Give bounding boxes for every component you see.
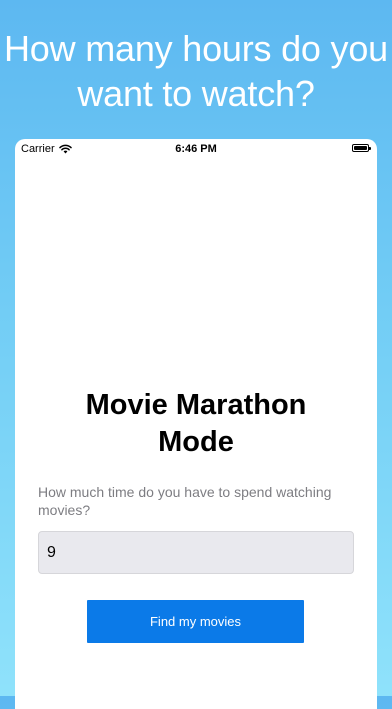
status-bar: Carrier 6:46 PM: [15, 139, 377, 159]
time-question-label: How much time do you have to spend watch…: [38, 484, 332, 518]
phone-screen: Carrier 6:46 PM Movie Marathon Mode How …: [15, 139, 377, 709]
page-title-line-1: Movie Marathon: [85, 389, 307, 421]
battery-icon: [352, 144, 371, 152]
promo-headline-line-1: How many hours do you: [4, 28, 388, 69]
find-movies-button[interactable]: Find my movies: [87, 600, 304, 643]
promo-headline-line-2: want to watch?: [77, 73, 315, 114]
page-title: Movie Marathon Mode: [15, 387, 377, 461]
page-title-line-2: Mode: [158, 426, 234, 458]
hours-input[interactable]: [38, 531, 354, 574]
status-time: 6:46 PM: [175, 143, 217, 155]
promo-headline: How many hours do you want to watch?: [0, 26, 392, 116]
